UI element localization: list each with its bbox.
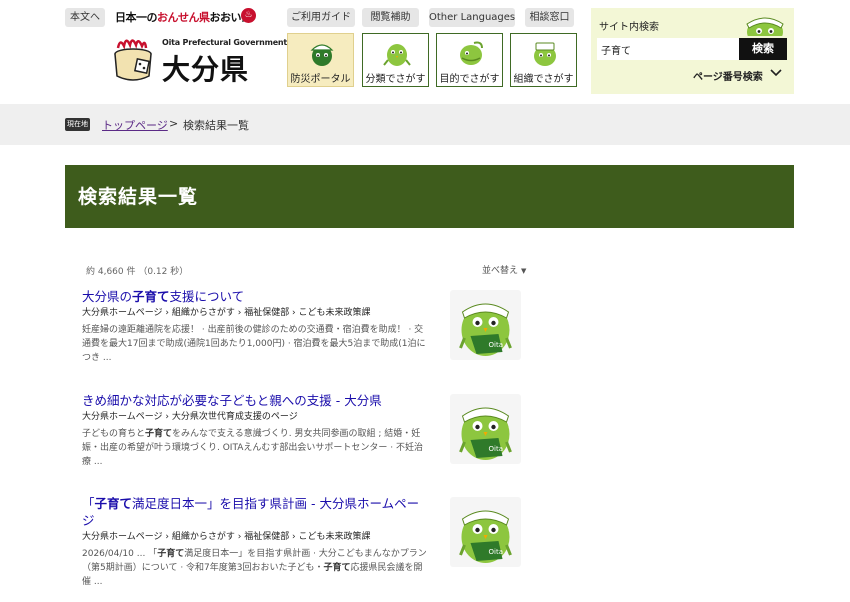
result-snippet: 子どもの育ちと子育てをみんなで支える意識づくり. 男女共同参画の取組 ; 結婚・… xyxy=(82,427,442,469)
nav-by-purpose-label: 目的でさがす xyxy=(439,74,500,85)
nav-by-category[interactable]: 分類でさがす xyxy=(362,33,429,87)
mascot-mejiron-icon[interactable] xyxy=(450,394,521,464)
result-title-text: 大分県の xyxy=(82,289,133,304)
nav-by-organization[interactable]: 組織でさがす xyxy=(510,33,577,87)
onsen-slogan-red: おんせん県 xyxy=(157,11,210,24)
result-title-text: 満足度日本一」を目指す県計画 - 大分県ホームペー xyxy=(132,496,420,511)
mascot-helmet-icon xyxy=(310,44,334,66)
result-title-highlight: 子育て xyxy=(132,289,170,304)
snippet-text: 応援県民会議を開 xyxy=(350,563,423,573)
mascot-search-icon xyxy=(383,44,411,66)
site-logo[interactable]: Oita Prefectural Government 大分県 xyxy=(108,34,287,90)
site-search-panel: サイト内検索 検索 ページ番号検索 xyxy=(591,8,794,94)
search-result: きめ細かな対応が必要な子どもと親への支援 - 大分県 大分県ホームページ › 大… xyxy=(82,392,522,469)
current-location-badge: 現在地 xyxy=(65,118,90,131)
mascot-mejiron-icon[interactable] xyxy=(450,497,521,567)
snippet-text: 子どもの育ちと xyxy=(82,429,146,439)
result-title-text: 「 xyxy=(82,496,95,511)
snippet-highlight: 子育て xyxy=(157,549,185,559)
result-title-highlight: 子育て xyxy=(94,496,133,511)
skip-to-content-button[interactable]: 本文へ xyxy=(65,8,105,27)
onsen-mark-icon: ♨ xyxy=(241,8,256,23)
other-languages-button[interactable]: Other Languages xyxy=(429,8,515,27)
onsen-slogan[interactable]: 日本一のおんせん県おおいた xyxy=(115,8,252,27)
chevron-down-icon[interactable] xyxy=(769,66,783,80)
breadcrumb: 現在地 トップページ > 検索結果一覧 xyxy=(0,104,850,145)
oita-logo-icon xyxy=(114,39,152,81)
result-title-text: ジ xyxy=(82,513,95,528)
snippet-text: 満足度日本一」を目指す県計画 · 大分こどもまんなかプラン xyxy=(184,549,427,559)
site-search-button[interactable]: 検索 xyxy=(739,38,787,60)
snippet-highlight: 子育て xyxy=(323,563,351,573)
result-snippet: 2026/04/10 ... 「子育て満足度日本一」を目指す県計画 · 大分こど… xyxy=(82,547,442,589)
mascot-mejiron-icon xyxy=(746,17,784,36)
snippet-line: 妊産婦の遠距離通院を応援！ · 出産前後の健診のための交通費・宿泊費を助成！ ·… xyxy=(82,325,424,335)
nav-by-purpose[interactable]: 目的でさがす xyxy=(436,33,503,87)
result-snippet: 妊産婦の遠距離通院を応援！ · 出産前後の健診のための交通費・宿泊費を助成！ ·… xyxy=(82,323,442,365)
snippet-line: 2026/04/10 ... 「子育て満足度日本一」を目指す県計画 · 大分こど… xyxy=(82,547,442,561)
site-header: 本文へ 日本一のおんせん県おおいた ♨ Oita Prefectural Gov… xyxy=(0,0,850,104)
nav-disaster-portal[interactable]: 防災ポータル xyxy=(287,33,354,87)
result-title-text: 支援について xyxy=(169,289,245,304)
snippet-line: 通費を最大17回まで助成(通院1回あたり1,000円) · 宿泊費を最大5泊まで… xyxy=(82,339,426,349)
nav-by-category-label: 分類でさがす xyxy=(365,74,426,85)
guide-button[interactable]: ご利用ガイド xyxy=(287,8,355,27)
search-result: 大分県の子育て支援について 大分県ホームページ › 組織からさがす › 福祉保健… xyxy=(82,288,522,365)
breadcrumb-separator: > xyxy=(169,117,179,130)
breadcrumb-home-link[interactable]: トップページ xyxy=(102,117,168,133)
mascot-organization-icon xyxy=(534,42,556,66)
breadcrumb-current: 検索結果一覧 xyxy=(183,119,249,132)
mascot-mejiron-icon[interactable] xyxy=(450,290,521,360)
page-number-search-link[interactable]: ページ番号検索 xyxy=(693,68,763,83)
snippet-line: 療 ... xyxy=(82,457,103,467)
result-count: 約 4,660 件 （0.12 秒） xyxy=(86,267,189,277)
accessibility-button[interactable]: 閲覧補助 xyxy=(362,8,419,27)
logo-title: 大分県 xyxy=(162,53,250,86)
snippet-text: をみんなで支える意識づくり. 男女共同参画の取組 ; 結婚・妊 xyxy=(172,429,421,439)
site-search-title: サイト内検索 xyxy=(599,22,659,33)
sort-label: 並べ替え xyxy=(482,266,519,276)
snippet-line: 子どもの育ちと子育てをみんなで支える意識づくり. 男女共同参画の取組 ; 結婚・… xyxy=(82,427,442,441)
snippet-line: 催 ... xyxy=(82,577,103,587)
snippet-line: （第5期計画）について · 令和7年度第3回おおいた子ども・子育て応援県民会議を… xyxy=(82,561,442,575)
nav-disaster-portal-label: 防災ポータル xyxy=(290,74,351,85)
page-title-bar: 検索結果一覧 xyxy=(65,165,794,228)
snippet-text: 2026/04/10 ... 「 xyxy=(82,549,158,559)
snippet-line: 娠・出産の希望が叶う環境づくり. OITAえんむす部出会いサポートセンター · … xyxy=(82,443,424,453)
search-result: 「子育て満足度日本一」を目指す県計画 - 大分県ホームページ 大分県ホームページ… xyxy=(82,495,522,589)
snippet-highlight: 子育て xyxy=(145,429,173,439)
sort-dropdown[interactable]: 並べ替え ▼ xyxy=(482,263,526,276)
logo-subtitle: Oita Prefectural Government xyxy=(162,38,288,47)
caret-down-icon: ▼ xyxy=(521,267,527,275)
snippet-line: つき ... xyxy=(82,353,112,363)
page-title: 検索結果一覧 xyxy=(78,186,199,208)
site-search-input[interactable] xyxy=(597,38,739,60)
onsen-slogan-part1: 日本一の xyxy=(115,11,158,24)
snippet-text: （第5期計画）について · 令和7年度第3回おおいた子ども・ xyxy=(82,563,324,573)
consultation-button[interactable]: 相談窓口 xyxy=(525,8,574,27)
mascot-purpose-icon xyxy=(460,41,483,65)
nav-by-organization-label: 組織でさがす xyxy=(513,74,574,85)
